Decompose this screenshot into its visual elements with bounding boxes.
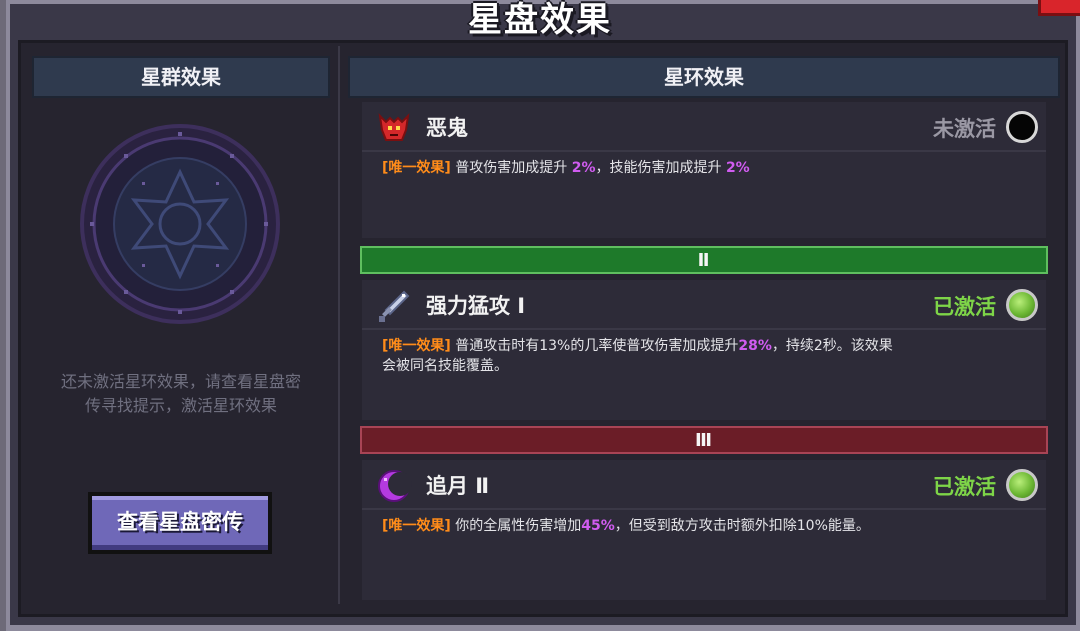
card-header: 追月 Ⅱ 已激活 [362, 460, 1046, 510]
desc-text: 你的全属性伤害增加 [450, 518, 582, 534]
card-description: [唯一效果] 普通攻击时有13%的几率使普攻伤害加成提升28%，持续2秒。该效果… [362, 330, 1046, 376]
star-ring-card[interactable]: 强力猛攻 Ⅰ 已激活 [唯一效果] 普通攻击时有13%的几率使普攻伤害加成提升2… [362, 280, 1046, 420]
unique-effect-tag: [唯一效果] [382, 338, 451, 354]
star-ring-card[interactable]: 追月 Ⅱ 已激活 [唯一效果] 你的全属性伤害增加45%，但受到敌方攻击时额外扣… [362, 460, 1046, 600]
card-status: 已激活 [933, 295, 996, 319]
desc-line-1: [唯一效果] 普通攻击时有13%的几率使普攻伤害加成提升28%，持续2秒。该效果 [382, 336, 1026, 356]
card-description: [唯一效果] 普攻伤害加成提升 2%，技能伤害加成提升 2% [362, 152, 1046, 178]
panel-divider [338, 46, 340, 604]
tier-3-banner: Ⅲ [360, 426, 1048, 454]
desc-line-2: 会被同名技能覆盖。 [382, 358, 508, 374]
percent-value: 28% [738, 338, 772, 354]
card-header: 强力猛攻 Ⅰ 已激活 [362, 280, 1046, 330]
astrolabe-icon [80, 124, 280, 324]
inactive-indicator-icon [1006, 111, 1038, 143]
unique-effect-tag: [唯一效果] [382, 160, 451, 176]
card-name: 强力猛攻 Ⅰ [426, 294, 526, 318]
desc-text: 普攻伤害加成提升 [450, 160, 572, 176]
demon-icon [378, 113, 410, 141]
card-status: 已激活 [933, 475, 996, 499]
card-description: [唯一效果] 你的全属性伤害增加45%，但受到敌方攻击时额外扣除10%能量。 [362, 510, 1046, 536]
constellation-hint: 还未激活星环效果，请查看星盘密 传寻找提示，激活星环效果 [28, 370, 334, 418]
desc-text: ，但受到敌方攻击时额外扣除10%能量。 [614, 518, 870, 534]
star-ring-header: 星环效果 [348, 56, 1060, 98]
view-astrolabe-lore-label: 查看星盘密传 [92, 496, 268, 550]
view-astrolabe-lore-button[interactable]: 查看星盘密传 [88, 492, 272, 554]
dialog-title: 星盘效果 [468, 0, 612, 40]
card-name: 恶鬼 [426, 116, 468, 140]
desc-text: 普通攻击时有13%的几率使普攻伤害加成提升 [450, 338, 739, 354]
percent-value: 2% [725, 160, 750, 176]
hint-line-2: 传寻找提示，激活星环效果 [84, 396, 277, 415]
sword-icon [379, 290, 410, 322]
card-header: 恶鬼 未激活 [362, 102, 1046, 152]
tier-2-banner: Ⅱ [360, 246, 1048, 274]
crescent-moon-icon [378, 470, 412, 502]
card-name: 追月 Ⅱ [426, 474, 490, 498]
percent-value: 2% [571, 160, 596, 176]
star-ring-card[interactable]: 恶鬼 未激活 [唯一效果] 普攻伤害加成提升 2%，技能伤害加成提升 2% [362, 102, 1046, 238]
constellation-header: 星群效果 [32, 56, 330, 98]
percent-value: 45% [581, 518, 615, 534]
desc-text: ，持续2秒。该效果 [771, 338, 893, 354]
unique-effect-tag: [唯一效果] [382, 518, 451, 534]
active-indicator-icon [1006, 469, 1038, 501]
card-status: 未激活 [933, 117, 996, 141]
active-indicator-icon [1006, 289, 1038, 321]
desc-text: ，技能伤害加成提升 [595, 160, 726, 176]
hint-line-1: 还未激活星环效果，请查看星盘密 [60, 372, 301, 391]
